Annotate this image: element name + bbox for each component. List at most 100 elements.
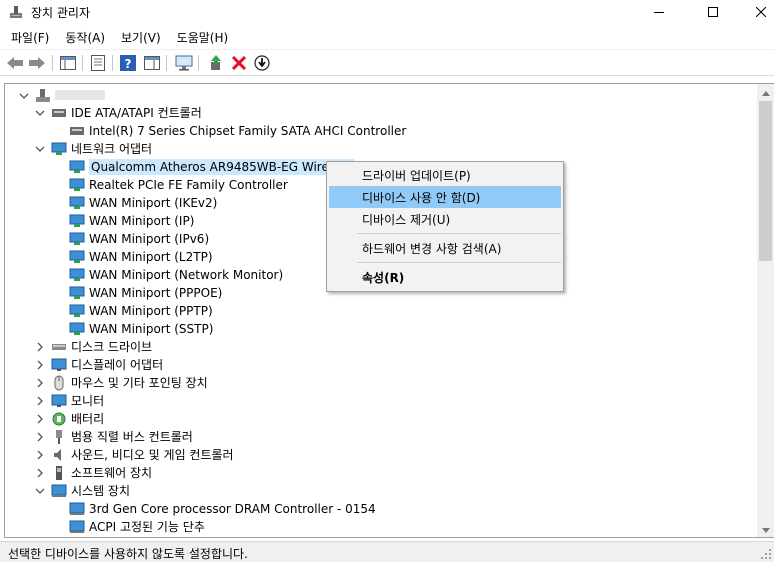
resize-grip-icon[interactable] [760,548,772,560]
action-pane-button[interactable] [142,54,162,72]
status-text: 선택한 디바이스를 사용하지 않도록 설정합니다. [8,547,248,561]
tree-row-device[interactable]: WAN Miniport (IPv6) [69,230,209,248]
network-adapter-icon [51,141,67,157]
scrollbar-thumb[interactable] [759,101,772,261]
tree-row-device[interactable]: Realtek PCIe FE Family Controller [69,176,288,194]
network-adapter-icon [69,321,85,337]
toolbar-separator [198,55,199,71]
tree-row-device[interactable]: WAN Miniport (SSTP) [69,320,213,338]
network-adapter-icon [69,303,85,319]
back-arrow-icon [7,57,23,69]
vertical-scrollbar[interactable] [757,84,774,537]
chevron-right-icon[interactable] [33,340,47,354]
close-button[interactable] [738,0,774,24]
tree-row-network[interactable]: 네트워크 어댑터 [33,140,152,158]
chevron-down-icon[interactable] [33,142,47,156]
tree-row-device[interactable]: WAN Miniport (Network Monitor) [69,266,283,284]
system-device-icon [69,519,85,535]
chevron-down-icon[interactable] [33,484,47,498]
tree-row-category[interactable]: 디스플레이 어댑터 [33,356,163,374]
tree-row-device[interactable]: WAN Miniport (IKEv2) [69,194,217,212]
network-adapter-icon [69,249,85,265]
back-button[interactable] [5,54,25,72]
tree-row-device[interactable]: WAN Miniport (IP) [69,212,194,230]
device-label: Intel(R) 7 Series Chipset Family SATA AH… [89,124,407,138]
chevron-right-icon[interactable] [33,412,47,426]
tree-row-selected-device[interactable]: Qualcomm Atheros AR9485WB-EG Wireless [69,158,355,176]
chevron-right-icon[interactable] [33,394,47,408]
monitor-icon [175,55,193,71]
mouse-icon [51,375,67,391]
display-adapter-icon [51,357,67,373]
uninstall-red-x-icon [232,56,246,70]
device-label: WAN Miniport (IPv6) [89,232,210,246]
scroll-down-arrow-icon [761,527,770,533]
tree-row-device[interactable]: Intel(R) 7 Series Chipset Family SATA AH… [69,122,406,140]
menu-separator [357,262,561,263]
forward-button[interactable] [27,54,47,72]
maximize-button[interactable] [690,0,736,24]
enable-device-button[interactable] [252,54,272,72]
menu-item-properties[interactable]: 속성(R) [329,266,561,288]
menu-separator [357,233,561,234]
device-label: WAN Miniport (PPPOE) [89,286,223,300]
disk-drive-icon [51,339,67,355]
tree-row-device[interactable]: 3rd Gen Core processor DRAM Controller -… [69,500,376,518]
device-label: ACPI 고정된 기능 단추 [89,520,205,534]
scroll-up-button[interactable] [757,84,774,101]
minimize-button[interactable] [636,0,682,24]
tree-row-category[interactable]: 모니터 [33,392,104,410]
tree-row-category[interactable]: 범용 직렬 버스 컨트롤러 [33,428,193,446]
tree-row-category[interactable]: 배터리 [33,410,104,428]
menu-item-disable-device[interactable]: 디바이스 사용 안 함(D) [329,186,561,208]
category-label: 마우스 및 기타 포인팅 장치 [71,376,208,390]
toolbar-separator [166,55,167,71]
device-label: WAN Miniport (SSTP) [89,322,214,336]
tree-row-ide[interactable]: IDE ATA/ATAPI 컨트롤러 [33,104,202,122]
tree-row-category[interactable]: 소프트웨어 장치 [33,464,152,482]
battery-icon [51,411,67,427]
tree-root-row[interactable] [17,87,105,105]
software-device-icon [51,465,67,481]
update-driver-button[interactable] [206,54,226,72]
menu-help[interactable]: 도움말(H) [171,26,235,48]
menu-item-uninstall-device[interactable]: 디바이스 제거(U) [329,208,561,230]
category-label: 배터리 [71,412,105,426]
minimize-icon [654,12,664,13]
menu-action[interactable]: 동작(A) [59,26,111,48]
menu-item-update-driver[interactable]: 드라이버 업데이트(P) [329,164,561,186]
chevron-down-icon[interactable] [17,89,31,103]
show-hide-console-tree-button[interactable] [58,54,78,72]
tree-row-category[interactable]: 사운드, 비디오 및 게임 컨트롤러 [33,446,234,464]
category-label: 디스크 드라이브 [71,340,153,354]
help-button[interactable]: ? [118,54,138,72]
tree-row-device[interactable]: WAN Miniport (L2TP) [69,248,213,266]
computer-icon [35,88,51,104]
chevron-right-icon[interactable] [33,376,47,390]
usb-controller-icon [51,429,67,445]
chevron-right-icon[interactable] [33,466,47,480]
ide-controller-icon [51,105,67,121]
scroll-up-arrow-icon [761,90,770,96]
title-bar: 장치 관리자 [0,0,774,24]
scroll-down-button[interactable] [757,522,774,537]
tree-row-system[interactable]: 시스템 장치 [33,482,130,500]
toolbar: ? [0,49,774,76]
tree-row-category[interactable]: 마우스 및 기타 포인팅 장치 [33,374,208,392]
category-label: 시스템 장치 [71,484,131,498]
menu-view[interactable]: 보기(V) [115,26,167,48]
menu-item-scan-hardware[interactable]: 하드웨어 변경 사항 검색(A) [329,237,561,259]
menu-file[interactable]: 파일(F) [5,26,55,48]
tree-row-device[interactable]: WAN Miniport (PPTP) [69,302,213,320]
uninstall-button[interactable] [229,54,249,72]
chevron-right-icon[interactable] [33,430,47,444]
chevron-right-icon[interactable] [33,358,47,372]
tree-row-device[interactable]: WAN Miniport (PPPOE) [69,284,222,302]
tree-row-category[interactable]: 디스크 드라이브 [33,338,152,356]
chevron-down-icon[interactable] [33,106,47,120]
properties-button[interactable] [88,54,108,72]
monitor-button[interactable] [174,54,194,72]
tree-row-device[interactable]: ACPI 고정된 기능 단추 [69,518,205,536]
chevron-right-icon[interactable] [33,448,47,462]
help-icon: ? [120,55,136,71]
